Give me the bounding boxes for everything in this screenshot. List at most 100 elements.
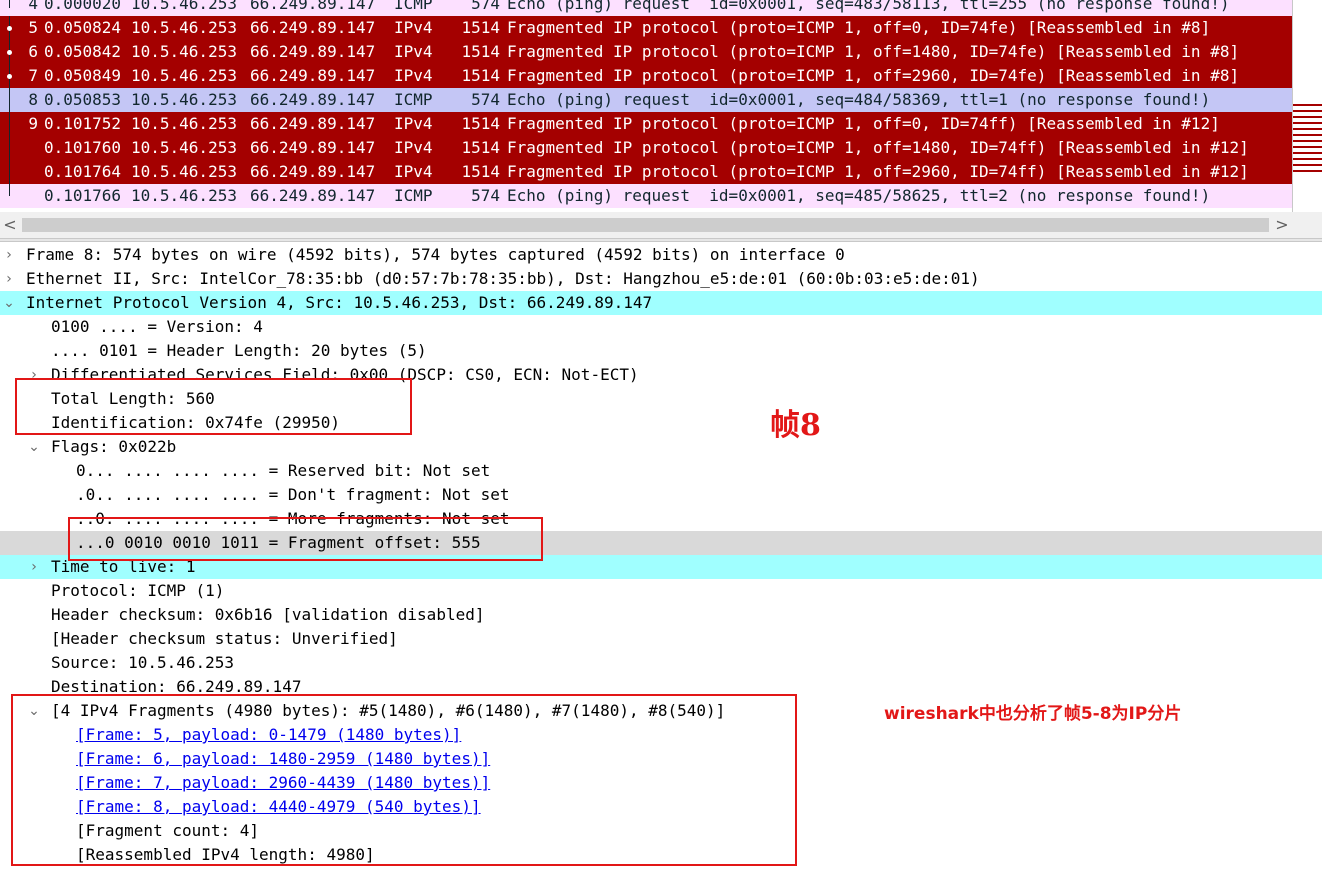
packet-source: 10.5.46.253 [131,114,237,133]
packet-destination: 66.249.89.147 [250,0,376,13]
tree-item-flags[interactable]: ⌄ Flags: 0x022b [0,435,1322,459]
packet-length: 1514 [461,162,500,181]
packet-protocol: IPv4 [394,42,433,61]
tree-item-checksum[interactable]: Header checksum: 0x6b16 [validation disa… [0,603,1322,627]
packet-row[interactable]: 9 0.101752 10.5.46.253 66.249.89.147 IPv… [0,112,1292,136]
chevron-right-icon[interactable]: › [2,243,16,267]
chevron-down-icon[interactable]: ⌄ [27,435,41,459]
tree-item-checksum-status[interactable]: [Header checksum status: Unverified] [0,627,1322,651]
packet-source: 10.5.46.253 [131,90,237,109]
packet-destination: 66.249.89.147 [250,186,376,205]
tree-item-label: Ethernet II, Src: IntelCor_78:35:bb (d0:… [26,269,980,288]
packet-info: Fragmented IP protocol (proto=ICMP 1, of… [507,114,1220,133]
packet-length: 1514 [461,114,500,133]
packet-row[interactable]: 6 0.050842 10.5.46.253 66.249.89.147 IPv… [0,40,1292,64]
tree-item-frame[interactable]: › Frame 8: 574 bytes on wire (4592 bits)… [0,243,1322,267]
packet-info: Echo (ping) request id=0x0001, seq=483/5… [507,0,1230,13]
packet-protocol: IPv4 [394,114,433,133]
packet-destination: 66.249.89.147 [250,66,376,85]
packet-protocol: IPv4 [394,66,433,85]
packet-info: Fragmented IP protocol (proto=ICMP 1, of… [507,18,1211,37]
tree-item-version[interactable]: 0100 .... = Version: 4 [0,315,1322,339]
minimap-mark [1293,158,1322,160]
packet-time: 0.101764 [44,162,122,181]
packet-time: 0.050842 [44,42,122,61]
packet-number: 4 [28,0,38,13]
tree-item-label: Flags: 0x022b [51,437,177,456]
packet-destination: 66.249.89.147 [250,114,376,133]
packet-time: 0.101766 [44,186,122,205]
packet-source: 10.5.46.253 [131,18,237,37]
packet-info: Fragmented IP protocol (proto=ICMP 1, of… [507,138,1249,157]
packet-row[interactable]: 4 0.000020 10.5.46.253 66.249.89.147 ICM… [0,0,1292,16]
related-packet-line [9,16,10,196]
packet-info: Echo (ping) request id=0x0001, seq=485/5… [507,186,1211,205]
packet-minimap[interactable] [1292,0,1322,212]
tree-item-label: Internet Protocol Version 4, Src: 10.5.4… [26,293,653,312]
tree-item-reserved-bit[interactable]: 0... .... .... .... = Reserved bit: Not … [0,459,1322,483]
minimap-mark [1293,152,1322,154]
packet-time: 0.050824 [44,18,122,37]
packet-length: 1514 [461,18,500,37]
packet-protocol: IPv4 [394,18,433,37]
packet-time: 0.000020 [44,0,122,13]
packet-protocol: ICMP [394,90,433,109]
chevron-down-icon[interactable]: ⌄ [2,291,16,315]
packet-row-selected[interactable]: 8 0.050853 10.5.46.253 66.249.89.147 ICM… [0,88,1292,112]
horizontal-scrollbar[interactable]: < > [0,212,1292,238]
packet-row[interactable]: 0.101760 10.5.46.253 66.249.89.147 IPv4 … [0,136,1292,160]
chevron-right-icon[interactable]: › [2,267,16,291]
scrollbar-corner [1292,212,1322,238]
minimap-mark [1293,134,1322,136]
minimap-mark [1293,140,1322,142]
scroll-left-arrow-icon[interactable]: < [0,212,20,238]
scrollbar-thumb[interactable] [22,218,1269,232]
packet-number: 8 [28,90,38,109]
packet-length: 1514 [461,42,500,61]
tree-item-header-length[interactable]: .... 0101 = Header Length: 20 bytes (5) [0,339,1322,363]
minimap-mark [1293,110,1322,112]
annotation-note: wireshark中也分析了帧5-8为IP分片 [884,704,1182,724]
tree-item-ipv4[interactable]: ⌄ Internet Protocol Version 4, Src: 10.5… [0,291,1322,315]
related-packet-dot [7,74,12,79]
minimap-mark [1293,122,1322,124]
packet-destination: 66.249.89.147 [250,138,376,157]
packet-row[interactable]: 7 0.050849 10.5.46.253 66.249.89.147 IPv… [0,64,1292,88]
packet-source: 10.5.46.253 [131,66,237,85]
packet-length: 574 [471,186,500,205]
packet-number: 5 [28,18,38,37]
tree-item-ethernet[interactable]: › Ethernet II, Src: IntelCor_78:35:bb (d… [0,267,1322,291]
packet-row[interactable]: 0.101764 10.5.46.253 66.249.89.147 IPv4 … [0,160,1292,184]
annotation-box-fragments [11,694,797,866]
packet-list[interactable]: 4 0.000020 10.5.46.253 66.249.89.147 ICM… [0,0,1322,212]
packet-row[interactable]: 0.101766 10.5.46.253 66.249.89.147 ICMP … [0,184,1292,208]
packet-destination: 66.249.89.147 [250,162,376,181]
minimap-mark [1293,104,1322,106]
packet-length: 574 [471,90,500,109]
packet-time: 0.050853 [44,90,122,109]
packet-length: 574 [471,0,500,13]
annotation-frame-label: 帧8 [770,408,821,443]
packet-source: 10.5.46.253 [131,0,237,13]
packet-row[interactable]: 5 0.050824 10.5.46.253 66.249.89.147 IPv… [0,16,1292,40]
packet-destination: 66.249.89.147 [250,90,376,109]
tree-item-dont-fragment[interactable]: .0.. .... .... .... = Don't fragment: No… [0,483,1322,507]
packet-protocol: ICMP [394,186,433,205]
tree-item-label: Frame 8: 574 bytes on wire (4592 bits), … [26,245,845,264]
packet-number: 9 [28,114,38,133]
packet-source: 10.5.46.253 [131,186,237,205]
packet-destination: 66.249.89.147 [250,18,376,37]
packet-source: 10.5.46.253 [131,138,237,157]
tree-item-label: .0.. .... .... .... = Don't fragment: No… [76,485,510,504]
scroll-right-arrow-icon[interactable]: > [1272,212,1292,238]
tree-item-label: 0... .... .... .... = Reserved bit: Not … [76,461,491,480]
packet-length: 1514 [461,138,500,157]
minimap-mark [1293,146,1322,148]
packet-number: 6 [28,42,38,61]
packet-source: 10.5.46.253 [131,162,237,181]
tree-item-source[interactable]: Source: 10.5.46.253 [0,651,1322,675]
packet-length: 1514 [461,66,500,85]
tree-item-protocol[interactable]: Protocol: ICMP (1) [0,579,1322,603]
tree-item-label: 0100 .... = Version: 4 [51,317,263,336]
chevron-right-icon[interactable]: › [27,555,41,579]
